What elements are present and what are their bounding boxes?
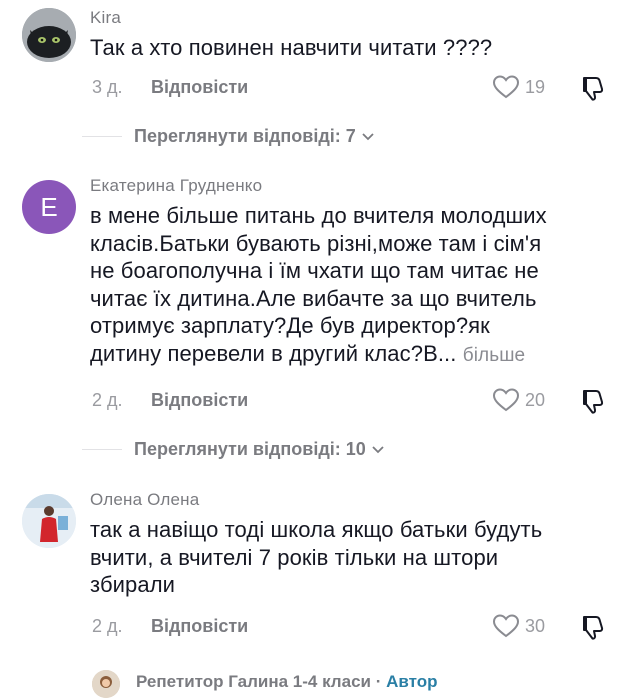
dislike-button[interactable] (578, 613, 606, 646)
avatar[interactable] (92, 670, 120, 698)
dislike-button[interactable] (578, 74, 606, 107)
dragon-avatar-icon (22, 8, 76, 62)
reply-button[interactable]: Відповісти (151, 616, 248, 637)
avatar[interactable]: E (22, 180, 76, 234)
heart-icon (492, 388, 520, 412)
comment-text-line: в мене більше питань до вчителя молодших (90, 203, 547, 228)
like-button[interactable]: 19 (492, 74, 545, 100)
like-button[interactable]: 30 (492, 613, 545, 639)
comment-text-line: не боагополучна і їм чхати що там читає … (90, 258, 539, 283)
comment-text-line: дитину перевели в другий клас?В... (90, 340, 457, 366)
avatar[interactable] (22, 494, 76, 548)
comment-text-line: читає їх дитина.Але вибачте за що вчител… (90, 285, 537, 311)
comment-time: 2 д. (92, 390, 123, 410)
person-photo-icon (22, 494, 76, 548)
separator: · (375, 672, 382, 691)
view-replies-button[interactable]: Переглянути відповіді: 7 (82, 126, 375, 147)
comment-text-line: класів.Батьки бувають різні,може там і с… (90, 230, 542, 256)
like-count: 30 (525, 615, 546, 636)
like-count: 19 (525, 76, 546, 97)
reply-button[interactable]: Відповісти (151, 77, 248, 98)
reply-preview-header: Репетитор Галина 1-4 класи · Автор (136, 672, 438, 692)
reply-button[interactable]: Відповісти (151, 390, 248, 411)
comment-username[interactable]: Екатерина Грудненко (90, 176, 262, 196)
chevron-down-icon (372, 445, 384, 453)
avatar[interactable] (22, 8, 76, 62)
comment-text-line: збирали (90, 572, 176, 597)
comment-text-line: так а навіщо тоді школа якщо батьки буду… (90, 517, 543, 542)
comment-time: 3 д. (92, 77, 123, 97)
thumbs-down-icon (583, 77, 604, 101)
dislike-button[interactable] (578, 387, 606, 420)
avatar-letter: E (40, 191, 58, 222)
reply-username[interactable]: Репетитор Галина 1-4 класи (136, 672, 371, 691)
view-replies-label: Переглянути відповіді: 10 (134, 439, 366, 459)
comment-text-line: отримує зарплату?Де був директор?як (90, 313, 490, 338)
view-replies-label: Переглянути відповіді: 7 (134, 126, 356, 146)
comment-time: 2 д. (92, 616, 123, 636)
more-link[interactable]: більше (463, 345, 526, 366)
comment-text: так а навіщо тоді школа якщо батьки буду… (90, 516, 542, 599)
view-replies-button[interactable]: Переглянути відповіді: 10 (82, 439, 385, 460)
heart-icon (492, 614, 520, 638)
person-photo-icon (92, 670, 120, 698)
thumbs-down-icon (583, 616, 604, 640)
divider (82, 136, 122, 137)
like-button[interactable]: 20 (492, 387, 545, 413)
comment-text: в мене більше питань до вчителя молодших… (90, 202, 547, 369)
comment-username[interactable]: Kira (90, 8, 121, 28)
like-count: 20 (525, 389, 546, 410)
author-badge: Автор (386, 672, 438, 691)
divider (82, 449, 122, 450)
comment-username[interactable]: Олена Олена (90, 490, 199, 510)
thumbs-down-icon (583, 390, 604, 414)
chevron-down-icon (362, 132, 374, 140)
comment-text-line: вчити, а вчителі 7 років тільки на штори (90, 544, 499, 570)
comment-text: Так а хто повинен навчити читати ???? (90, 35, 493, 60)
heart-icon (492, 75, 520, 99)
